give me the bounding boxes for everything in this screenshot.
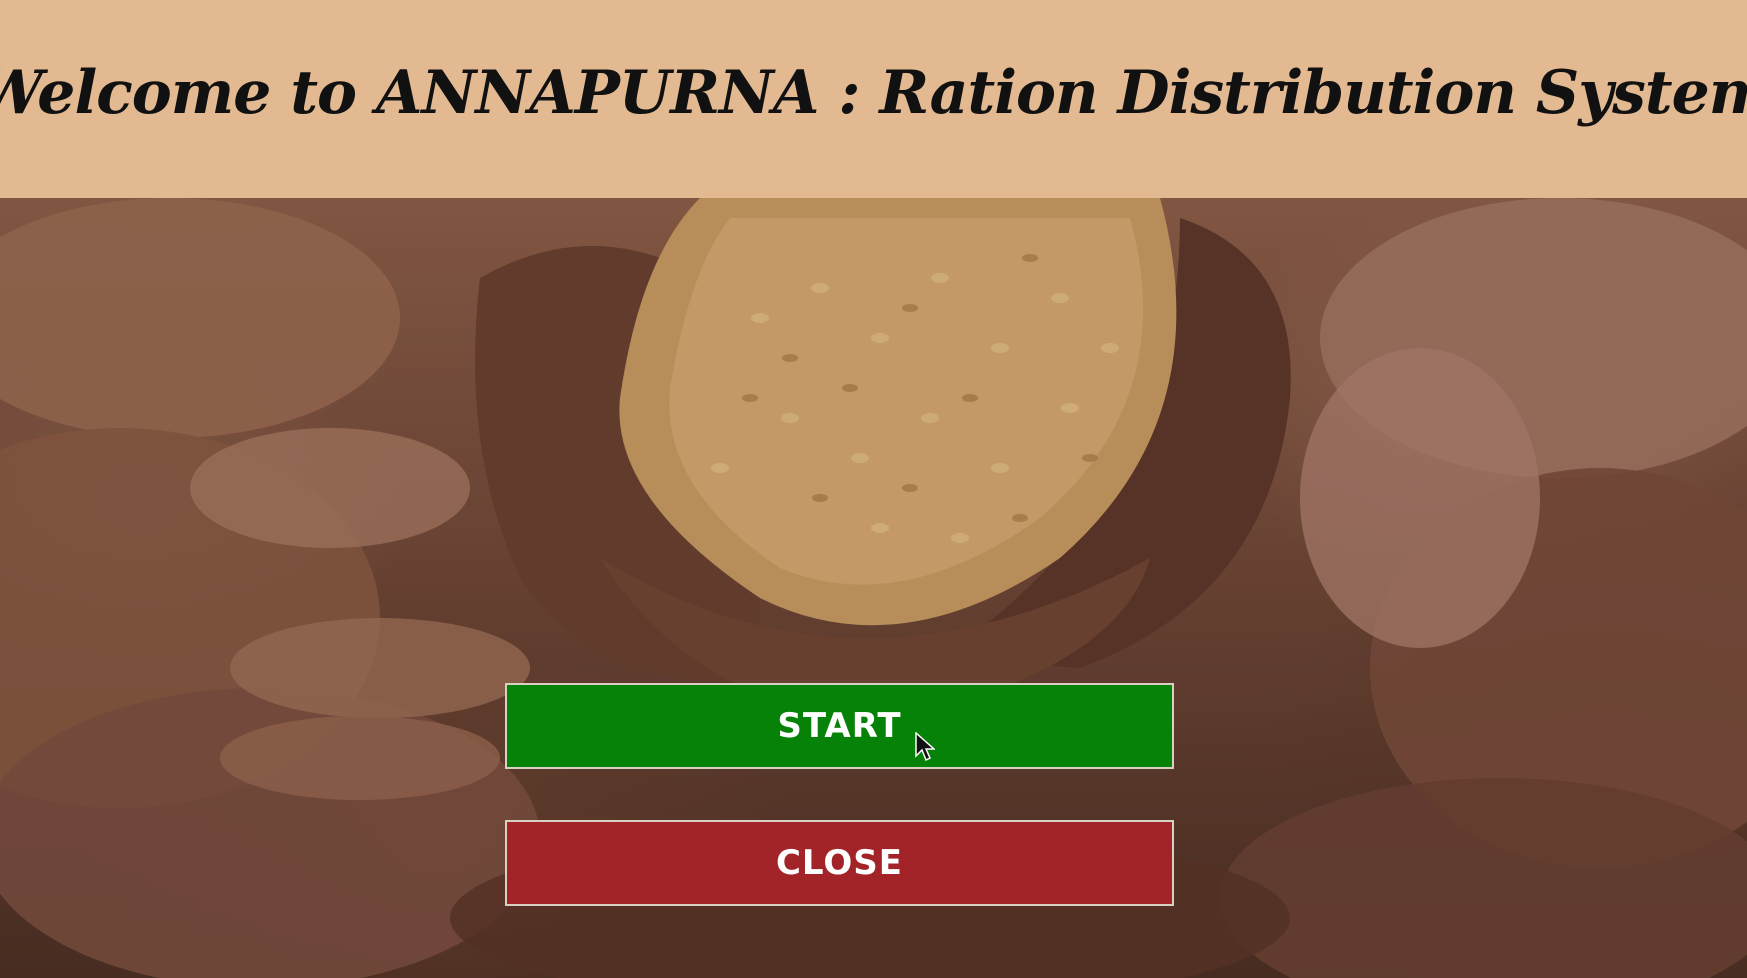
start-button[interactable]: START: [505, 683, 1174, 769]
page-title: Welcome to ANNAPURNA : Ration Distributi…: [0, 58, 1747, 128]
title-banner: Welcome to ANNAPURNA : Ration Distributi…: [0, 0, 1747, 198]
mouse-pointer-icon: [915, 732, 935, 762]
welcome-window: Welcome to ANNAPURNA : Ration Distributi…: [0, 0, 1747, 978]
close-button[interactable]: CLOSE: [505, 820, 1174, 906]
